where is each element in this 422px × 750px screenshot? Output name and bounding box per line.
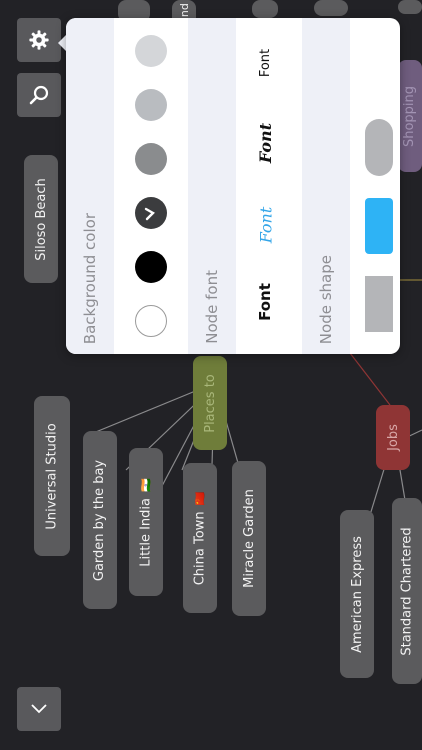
mind-node-jobs[interactable]: Jobs <box>376 405 410 470</box>
shape-option-pill[interactable] <box>365 119 393 176</box>
node-font-options: Font Font Font Font <box>236 18 302 354</box>
background-swatch[interactable] <box>135 89 167 121</box>
checkmark-icon <box>144 207 155 221</box>
india-flag-icon: 🇮🇳 <box>139 477 153 492</box>
background-color-options <box>114 18 188 354</box>
mind-node-siloso-beach[interactable]: Siloso Beach <box>24 155 58 283</box>
node-label: Little India <box>138 497 154 567</box>
mind-node-shopping[interactable]: Shopping <box>398 60 422 172</box>
chevron-down-icon <box>31 704 47 714</box>
shape-option-rounded-selected[interactable] <box>365 198 393 254</box>
background-swatch[interactable] <box>135 251 167 283</box>
mind-node-miracle-garden[interactable]: Miracle Garden <box>232 461 266 616</box>
node-font-header: Node font <box>188 18 236 354</box>
background-swatch[interactable] <box>135 35 167 67</box>
mind-node[interactable] <box>398 0 422 14</box>
font-option[interactable]: Font <box>236 49 302 77</box>
mind-node-china-town[interactable]: China Town 🇨🇳 <box>183 463 217 613</box>
mind-node-little-india[interactable]: Little India 🇮🇳 <box>129 448 163 596</box>
node-shape-options <box>350 18 400 354</box>
background-color-header: Background color <box>66 18 114 354</box>
mind-node[interactable] <box>314 0 348 16</box>
background-swatch[interactable] <box>135 143 167 175</box>
gear-icon <box>29 30 49 50</box>
node-label: China Town <box>192 510 208 585</box>
search-icon <box>29 85 49 105</box>
node-font-label: Node font <box>203 270 221 344</box>
background-color-label: Background color <box>81 212 99 344</box>
font-option[interactable]: Font <box>236 283 302 321</box>
mind-node[interactable] <box>252 0 278 18</box>
font-option-selected[interactable]: Font <box>236 207 302 244</box>
mind-node-garden-by-the-bay[interactable]: Garden by the bay <box>83 431 117 609</box>
mind-node-places-to[interactable]: Places to <box>193 356 227 450</box>
node-shape-label: Node shape <box>317 254 335 344</box>
expand-button[interactable] <box>17 687 61 731</box>
font-option[interactable]: Font <box>236 123 302 163</box>
settings-popover: Background color Node font Font Font Fon… <box>66 18 400 354</box>
background-swatch-selected[interactable] <box>135 197 167 229</box>
background-swatch[interactable] <box>135 305 167 337</box>
mind-node-universal-studio[interactable]: Universal Studio <box>34 396 70 556</box>
node-shape-header: Node shape <box>302 18 350 354</box>
mind-node-standard-chartered[interactable]: Standard Chartered <box>392 498 422 684</box>
search-button[interactable] <box>17 73 61 117</box>
china-flag-icon: 🇨🇳 <box>193 491 207 505</box>
shape-option-rectangle[interactable] <box>365 276 393 332</box>
settings-button[interactable] <box>17 18 61 62</box>
mind-node-american-express[interactable]: American Express <box>340 510 374 678</box>
